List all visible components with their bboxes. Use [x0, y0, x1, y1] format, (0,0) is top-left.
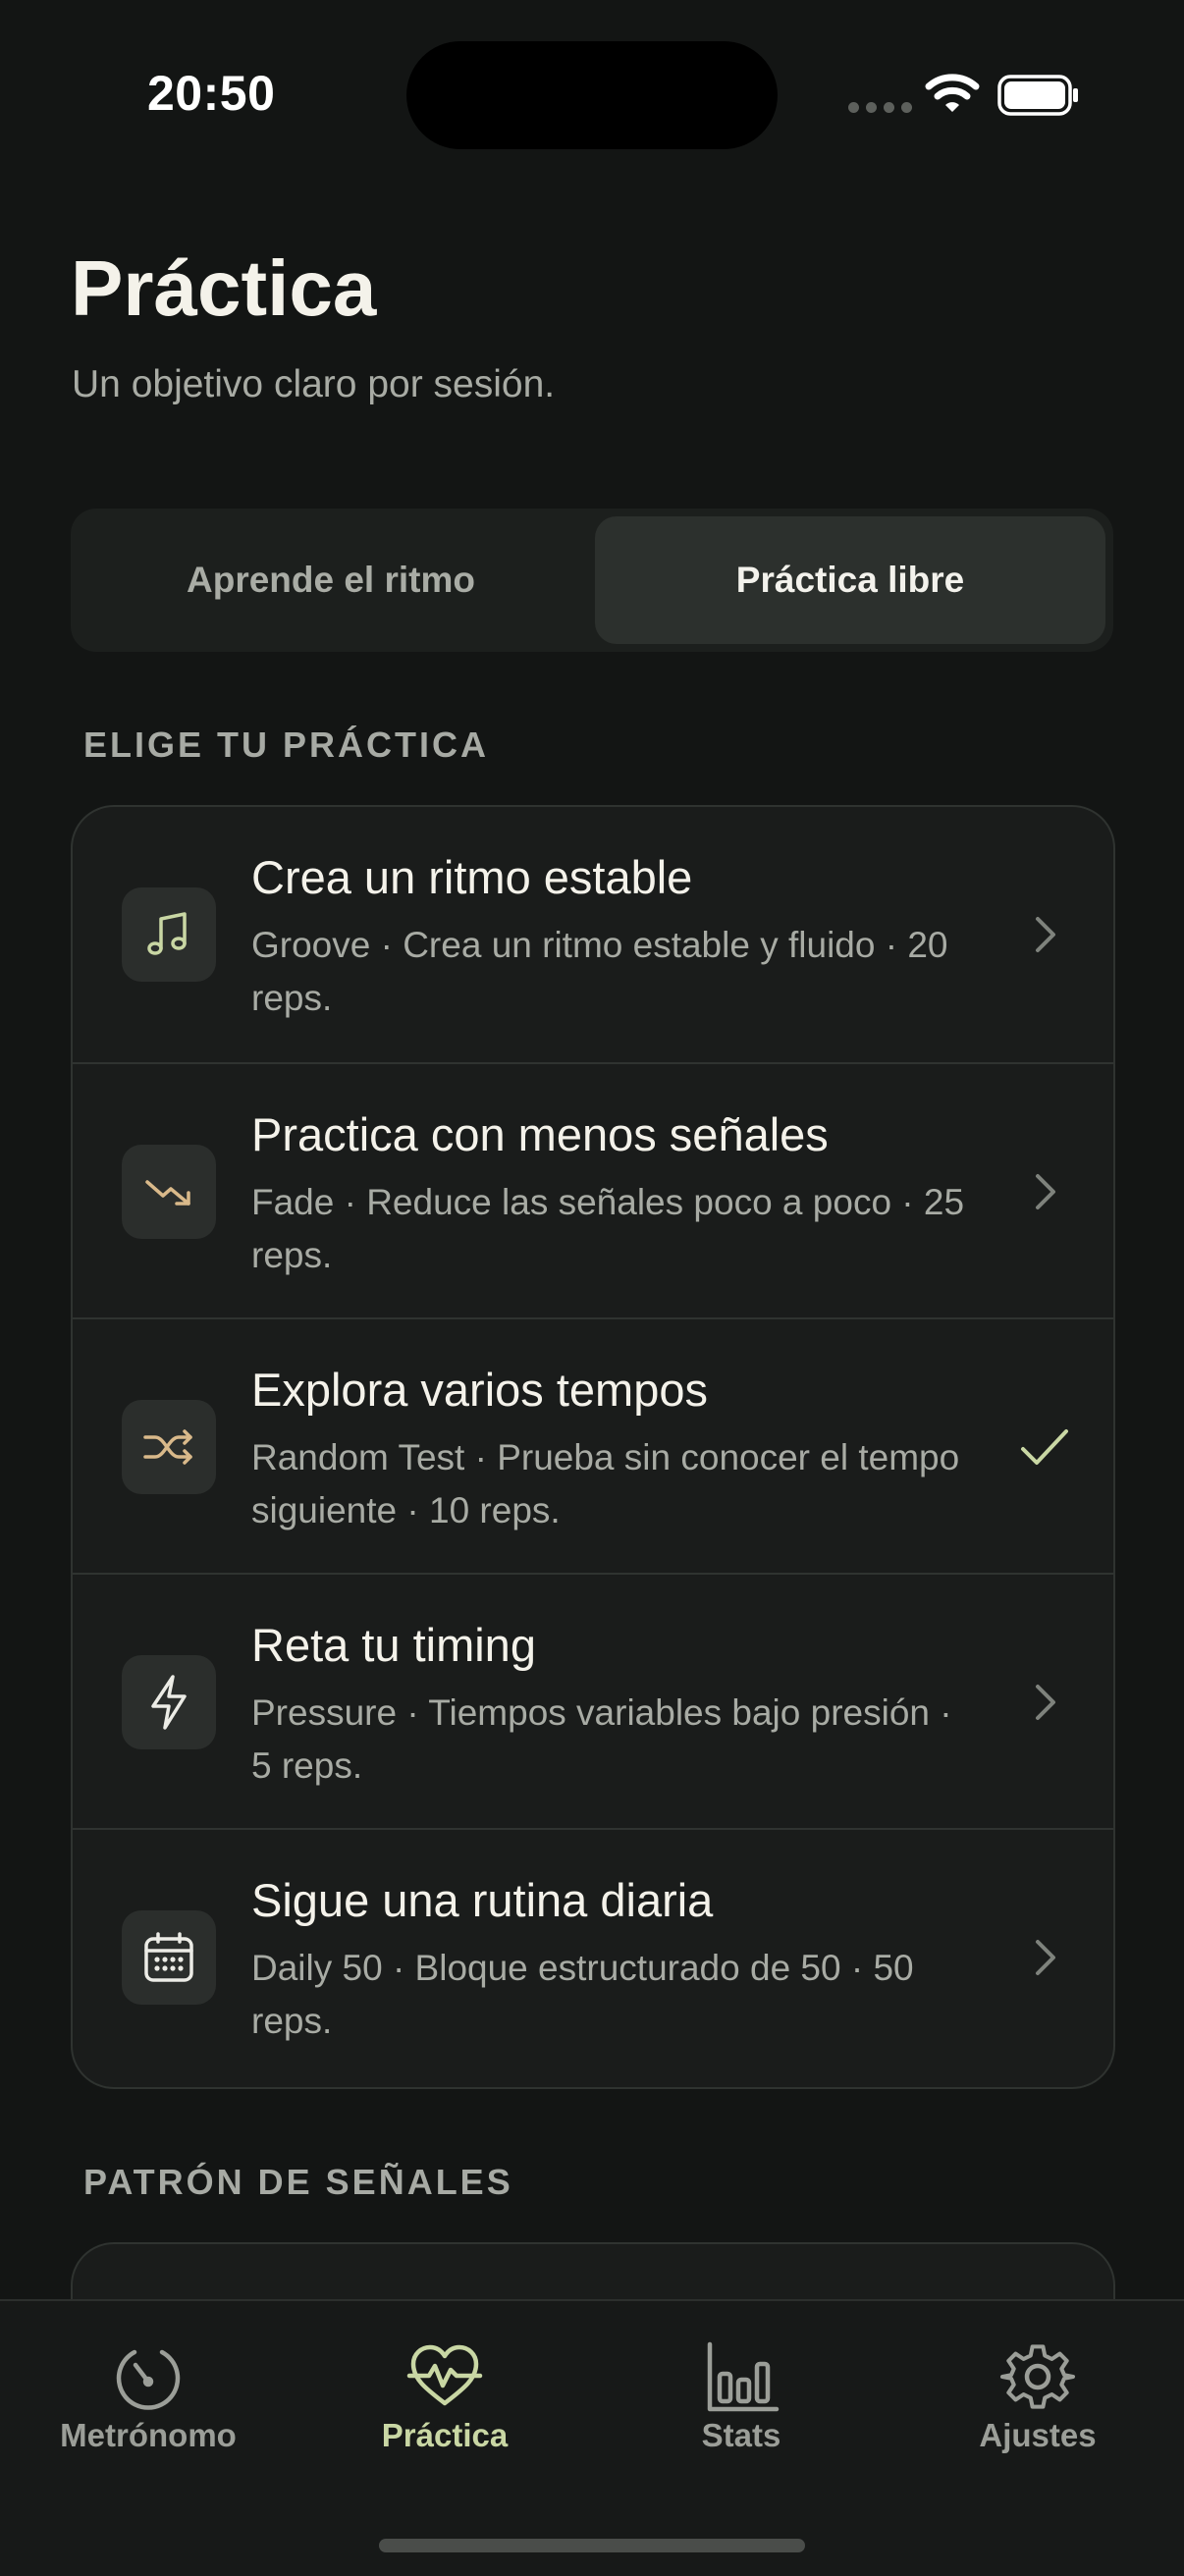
- practice-title: Sigue una rutina diaria: [251, 1874, 714, 1926]
- gear-icon: [999, 2344, 1076, 2409]
- cellular-signal-icon: [848, 102, 912, 113]
- practice-title: Explora varios tempos: [251, 1364, 708, 1416]
- practice-title: Reta tu timing: [251, 1619, 536, 1671]
- status-bar: 20:50: [0, 0, 1184, 187]
- checkmark-icon: [1017, 1420, 1072, 1475]
- practice-row-groove[interactable]: Crea un ritmo estable Groove · Crea un r…: [73, 807, 1113, 1062]
- tab-stats[interactable]: Stats: [593, 2301, 889, 2497]
- chevron-right-icon: [1017, 1930, 1072, 1985]
- chevron-right-icon: [1017, 1675, 1072, 1730]
- segment-learn-rhythm[interactable]: Aprende el ritmo: [79, 516, 583, 644]
- chevron-right-icon: [1017, 907, 1072, 962]
- practice-title: Practica con menos señales: [251, 1108, 829, 1160]
- wifi-icon: [925, 74, 980, 112]
- shuffle-icon: [122, 1400, 216, 1494]
- mode-segmented-control: Aprende el ritmo Práctica libre: [71, 509, 1113, 652]
- practice-description: Fade · Reduce las señales poco a poco · …: [251, 1182, 965, 1275]
- practice-row-fade[interactable]: Practica con menos señales Fade · Reduce…: [73, 1062, 1113, 1319]
- bar-chart-icon: [707, 2341, 780, 2412]
- practice-description: Random Test · Prueba sin conocer el temp…: [251, 1437, 960, 1530]
- heartbeat-icon: [406, 2344, 483, 2406]
- calendar-icon: [122, 1910, 216, 2005]
- section-label-choose-practice: ELIGE TU PRÁCTICA: [83, 724, 490, 765]
- chevron-right-icon: [1017, 1164, 1072, 1219]
- music-note-icon: [122, 887, 216, 982]
- tab-label: Ajustes: [979, 2417, 1097, 2453]
- battery-icon: [997, 75, 1078, 116]
- page-subtitle: Un objetivo claro por sesión.: [72, 363, 556, 405]
- tab-label: Stats: [701, 2417, 781, 2453]
- tab-label: Metrónomo: [60, 2417, 237, 2453]
- tab-settings[interactable]: Ajustes: [889, 2301, 1184, 2497]
- status-time: 20:50: [147, 66, 276, 121]
- tab-metronome[interactable]: Metrónomo: [0, 2301, 296, 2497]
- practice-description: Pressure · Tiempos variables bajo presió…: [251, 1692, 952, 1786]
- practice-row-daily-50[interactable]: Sigue una rutina diaria Daily 50 · Bloqu…: [73, 1828, 1113, 2085]
- practice-row-random-test[interactable]: Explora varios tempos Random Test · Prue…: [73, 1317, 1113, 1575]
- page-title: Práctica: [71, 244, 377, 332]
- segment-free-practice[interactable]: Práctica libre: [595, 516, 1105, 644]
- tab-label: Práctica: [381, 2417, 509, 2453]
- practice-row-pressure[interactable]: Reta tu timing Pressure · Tiempos variab…: [73, 1573, 1113, 1830]
- lightning-icon: [122, 1655, 216, 1749]
- practice-list: Crea un ritmo estable Groove · Crea un r…: [71, 805, 1115, 2089]
- practice-description: Groove · Crea un ritmo estable y fluido …: [251, 925, 948, 1018]
- tab-bar: Metrónomo Práctica Stats Ajustes: [0, 2299, 1184, 2576]
- trend-down-icon: [122, 1145, 216, 1239]
- metronome-gauge-icon: [116, 2349, 181, 2410]
- practice-title: Crea un ritmo estable: [251, 851, 693, 903]
- dynamic-island: [406, 41, 778, 149]
- practice-description: Daily 50 · Bloque estructurado de 50 · 5…: [251, 1948, 914, 2041]
- home-indicator: [379, 2539, 805, 2552]
- section-label-signal-pattern: PATRÓN DE SEÑALES: [83, 2162, 513, 2202]
- tab-practice[interactable]: Práctica: [296, 2301, 593, 2497]
